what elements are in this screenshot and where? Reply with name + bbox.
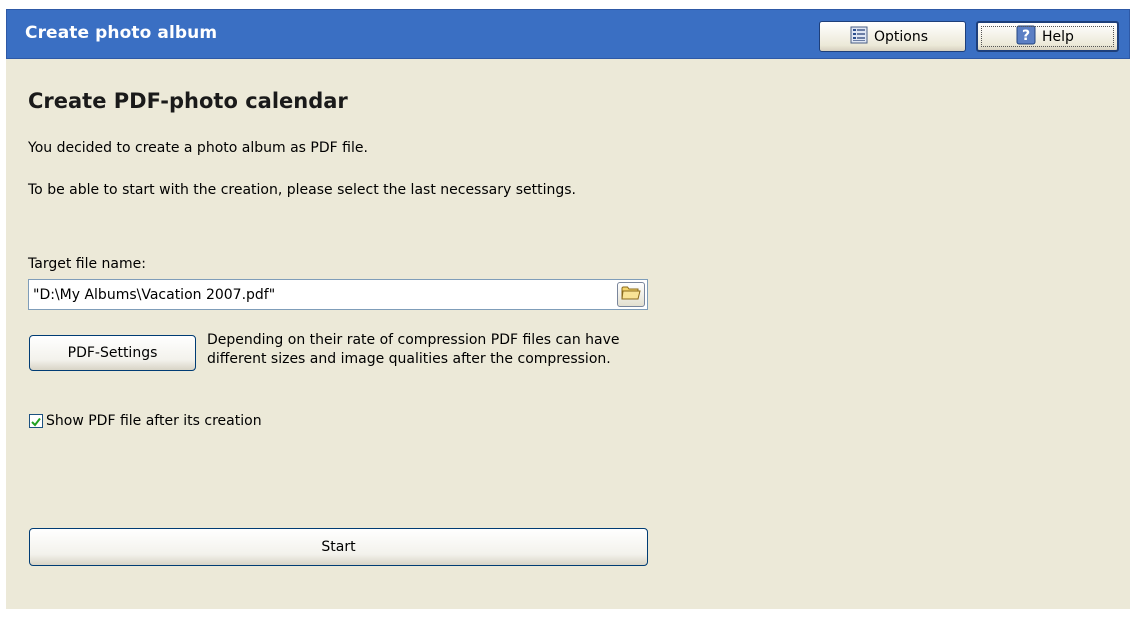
checkmark-icon bbox=[31, 412, 41, 431]
folder-icon bbox=[621, 285, 641, 305]
show-pdf-label[interactable]: Show PDF file after its creation bbox=[46, 413, 262, 429]
start-button[interactable]: Start bbox=[29, 528, 648, 566]
target-file-name-input[interactable] bbox=[29, 280, 613, 309]
target-file-name-field bbox=[28, 279, 648, 310]
list-icon bbox=[850, 26, 868, 48]
header-bar: Create photo album Options ? Help bbox=[6, 9, 1130, 59]
help-icon: ? bbox=[1016, 25, 1036, 49]
show-pdf-checkbox[interactable] bbox=[29, 414, 43, 428]
options-label: Options bbox=[874, 28, 929, 45]
header-title: Create photo album bbox=[25, 23, 218, 43]
compression-note: Depending on their rate of compression P… bbox=[207, 332, 620, 367]
target-file-name-label: Target file name: bbox=[28, 256, 146, 272]
intro-text-1: You decided to create a photo album as P… bbox=[28, 140, 368, 156]
help-label: Help bbox=[1042, 28, 1074, 45]
show-pdf-option[interactable]: Show PDF file after its creation bbox=[29, 413, 262, 429]
browse-button[interactable] bbox=[617, 282, 645, 307]
help-button[interactable]: ? Help bbox=[976, 21, 1119, 52]
page-title: Create PDF-photo calendar bbox=[28, 89, 348, 113]
intro-text-2: To be able to start with the creation, p… bbox=[28, 182, 576, 198]
pdf-settings-button[interactable]: PDF-Settings bbox=[29, 335, 196, 371]
svg-text:?: ? bbox=[1022, 28, 1030, 44]
options-button[interactable]: Options bbox=[819, 21, 966, 52]
create-photo-album-window: Create photo album Options ? Help Create… bbox=[6, 9, 1130, 609]
